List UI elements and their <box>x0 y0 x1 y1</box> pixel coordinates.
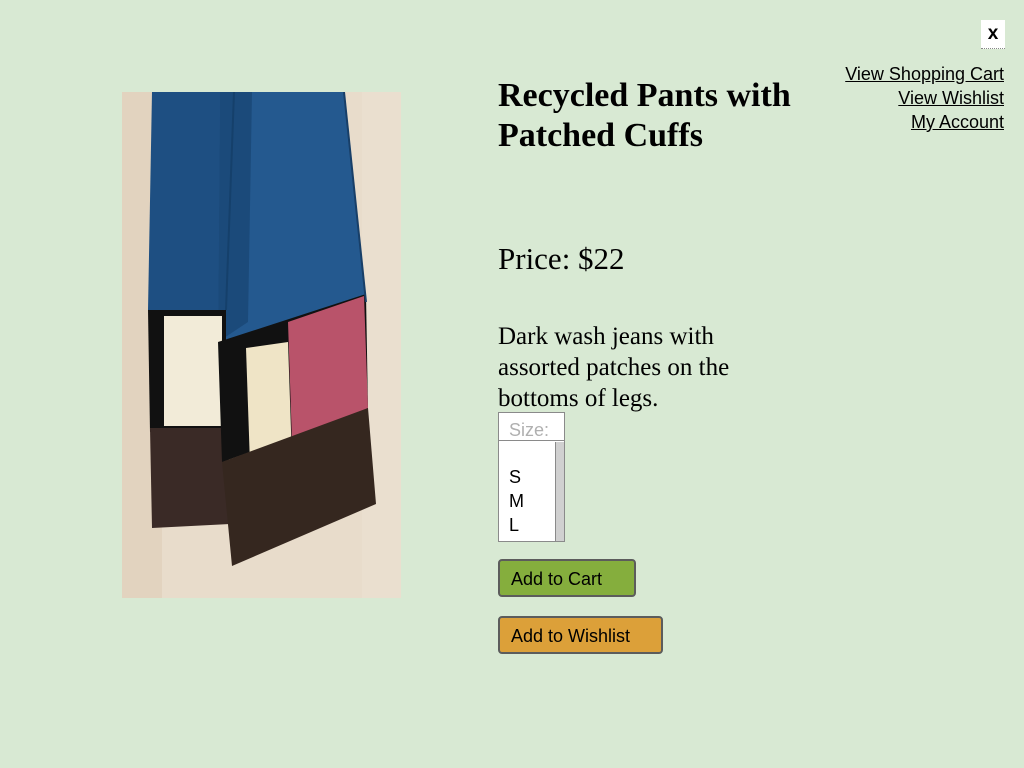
add-to-cart-button[interactable]: Add to Cart <box>498 559 636 597</box>
size-select[interactable]: Size: S M L <box>498 412 565 542</box>
size-option-l[interactable]: L <box>509 513 556 537</box>
view-shopping-cart-link[interactable]: View Shopping Cart <box>845 62 1004 86</box>
product-price: Price: $22 <box>498 241 625 276</box>
size-options-list: S M L <box>499 442 556 537</box>
close-button[interactable]: x <box>981 20 1005 49</box>
add-to-wishlist-button[interactable]: Add to Wishlist <box>498 616 663 654</box>
product-title: Recycled Pants with Patched Cuffs <box>498 77 791 154</box>
my-account-link[interactable]: My Account <box>845 110 1004 134</box>
product-description: Dark wash jeans with assorted patches on… <box>498 323 730 412</box>
view-wishlist-link[interactable]: View Wishlist <box>845 86 1004 110</box>
size-select-scrollbar[interactable] <box>555 442 564 541</box>
size-option-s[interactable]: S <box>509 465 556 489</box>
account-nav: View Shopping Cart View Wishlist My Acco… <box>845 62 1004 134</box>
size-option-m[interactable]: M <box>509 489 556 513</box>
size-select-placeholder: Size: <box>499 413 564 441</box>
product-image <box>122 92 401 598</box>
